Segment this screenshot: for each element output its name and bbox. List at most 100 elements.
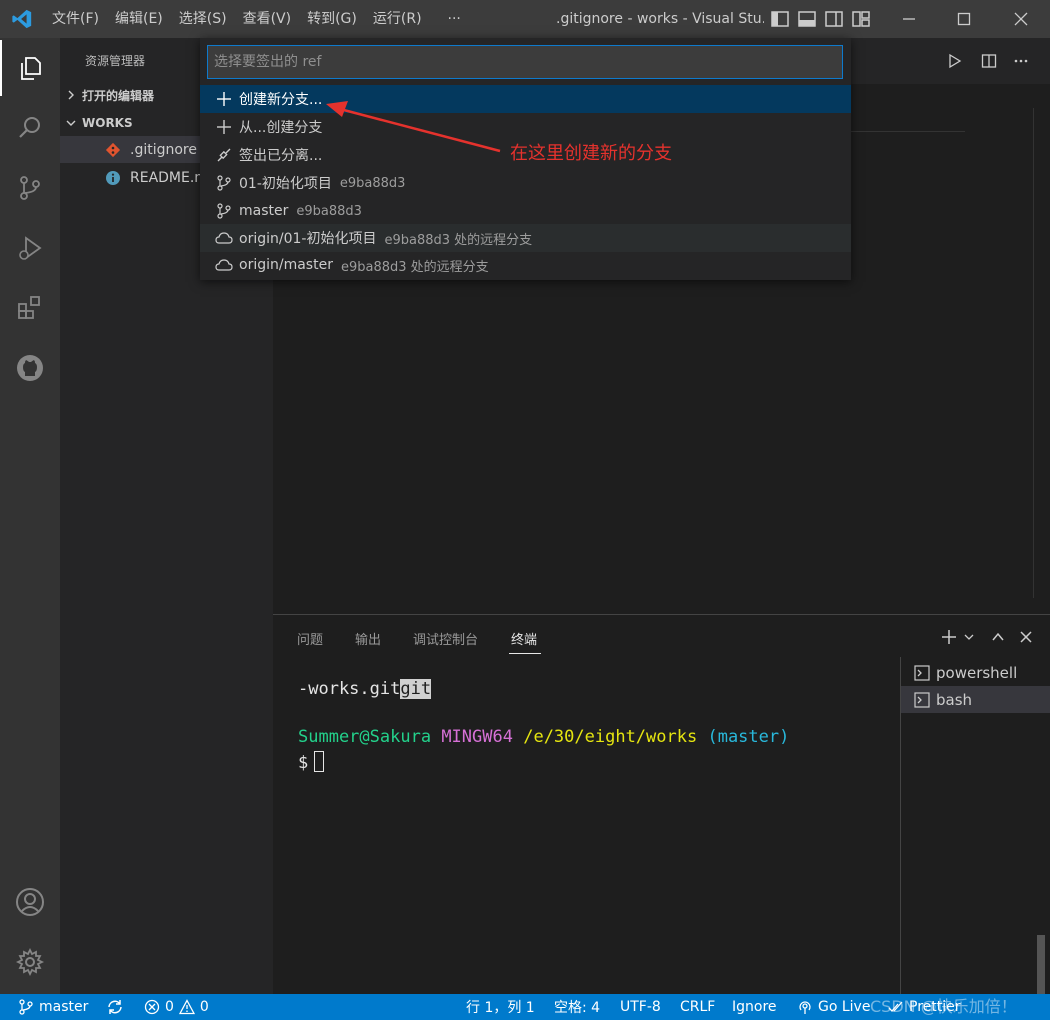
option-label: 01-初始化项目: [239, 176, 332, 192]
git-branch-icon: [19, 999, 33, 1015]
option-description: e9ba88d3: [296, 203, 362, 219]
tab-problems[interactable]: 问题: [297, 629, 323, 648]
go-live-label: Go Live: [818, 999, 871, 1015]
terminal-output[interactable]: -works.gitgit Summer@Sakura MINGW64 /e/3…: [273, 657, 899, 995]
plus-icon: [215, 90, 233, 108]
error-icon: [144, 999, 160, 1015]
more-actions-icon[interactable]: [1010, 50, 1032, 72]
indentation-status[interactable]: 空格: 4: [554, 994, 600, 1020]
language-mode-status[interactable]: Ignore: [732, 994, 777, 1020]
sidebar-title: 资源管理器: [85, 54, 146, 68]
bottom-panel: 问题 输出 调试控制台 终端 -works.gitgit Summer@Saku…: [273, 614, 1050, 995]
cloud-icon: [215, 256, 233, 274]
go-live-status[interactable]: Go Live: [797, 994, 870, 1020]
sync-icon[interactable]: [106, 994, 129, 1020]
terminal-text: -works.git: [298, 679, 401, 699]
panel-scrollbar[interactable]: [1037, 935, 1045, 995]
encoding-status[interactable]: UTF-8: [620, 994, 661, 1020]
broadcast-icon: [799, 1001, 811, 1014]
warning-icon: [178, 999, 195, 1015]
branch-option-master[interactable]: master e9ba88d3: [200, 197, 851, 225]
eol-status[interactable]: CRLF: [680, 994, 715, 1020]
menu-edit[interactable]: 编辑(E): [107, 0, 171, 38]
option-label: 签出已分离...: [239, 148, 323, 164]
new-terminal-icon[interactable]: [939, 627, 959, 647]
prompt-path: /e/30/eight/works: [523, 727, 698, 747]
maximize-panel-icon[interactable]: [988, 627, 1008, 647]
vscode-logo-icon: [0, 0, 44, 38]
run-file-icon[interactable]: [944, 50, 966, 72]
cursor-position[interactable]: 行 1，列 1: [466, 994, 535, 1020]
minimize-icon[interactable]: [882, 0, 936, 38]
source-control-icon[interactable]: [0, 160, 60, 216]
terminal-highlight: git: [400, 679, 432, 699]
option-label: origin/01-初始化项目: [239, 231, 377, 247]
activity-bar: [0, 38, 60, 994]
terminal-item-bash[interactable]: bash: [901, 686, 1050, 713]
menu-view[interactable]: 查看(V): [235, 0, 300, 38]
option-description: e9ba88d3 处的远程分支: [384, 232, 533, 248]
toggle-sidebar-icon[interactable]: [770, 9, 790, 29]
tab-output[interactable]: 输出: [355, 629, 381, 648]
terminal-dropdown-icon[interactable]: [959, 627, 979, 647]
annotation-text: 在这里创建新的分支: [510, 143, 672, 164]
git-branch-icon: [215, 174, 233, 192]
error-count: 0: [165, 999, 174, 1015]
info-icon: [104, 169, 122, 187]
menu-run[interactable]: 运行(R): [365, 0, 430, 38]
extensions-icon[interactable]: [0, 280, 60, 336]
menu-selection[interactable]: 选择(S): [171, 0, 235, 38]
github-icon[interactable]: [0, 340, 60, 396]
menu-more[interactable]: ···: [440, 0, 469, 38]
git-branch-icon: [215, 202, 233, 220]
close-panel-icon[interactable]: [1016, 627, 1036, 647]
git-icon: [104, 141, 122, 159]
editor-scrollbar[interactable]: [1033, 108, 1034, 598]
prompt-branch: (master): [707, 727, 790, 747]
terminal-icon: [914, 691, 930, 708]
open-editors-label: 打开的编辑器: [82, 88, 155, 103]
quick-pick-input-wrapper: [207, 45, 843, 79]
tab-debug-console[interactable]: 调试控制台: [413, 629, 478, 648]
option-label: 从...创建分支: [239, 120, 323, 136]
customize-layout-icon[interactable]: [851, 9, 871, 29]
settings-gear-icon[interactable]: [0, 934, 60, 990]
terminal-item-powershell[interactable]: powershell: [901, 659, 1050, 686]
chevron-down-icon: [66, 120, 76, 126]
csdn-watermark: CSDN @快乐加倍！: [870, 997, 1017, 1016]
problems-status[interactable]: 0 0: [144, 994, 209, 1020]
active-tab-indicator: [509, 653, 541, 654]
menu-file[interactable]: 文件(F): [44, 0, 107, 38]
menu-go[interactable]: 转到(G): [299, 0, 365, 38]
tab-terminal[interactable]: 终端: [511, 629, 537, 648]
window-title: .gitignore - works - Visual Stu...: [556, 11, 764, 27]
run-debug-icon[interactable]: [0, 220, 60, 276]
remote-branch-option-01[interactable]: origin/01-初始化项目 e9ba88d3 处的远程分支: [200, 224, 851, 252]
prompt-symbol: $: [298, 753, 309, 773]
prompt-env: MINGW64: [441, 727, 513, 747]
toggle-panel-icon[interactable]: [797, 9, 817, 29]
option-description: e9ba88d3: [339, 175, 406, 191]
explorer-icon[interactable]: [0, 40, 60, 96]
chevron-right-icon: [68, 90, 74, 100]
workspace-label: WORKS: [82, 116, 133, 130]
split-editor-icon[interactable]: [978, 50, 1000, 72]
branch-option-01[interactable]: 01-初始化项目 e9ba88d3: [200, 169, 851, 197]
account-icon[interactable]: [0, 874, 60, 930]
create-branch-option[interactable]: 创建新分支...: [200, 85, 851, 113]
terminal-line: -works.gitgit: [298, 679, 432, 699]
ref-search-input[interactable]: [208, 46, 842, 78]
search-icon[interactable]: [0, 100, 60, 156]
cloud-icon: [215, 229, 233, 247]
option-label: master: [239, 203, 289, 219]
toggle-secondary-sidebar-icon[interactable]: [824, 9, 844, 29]
create-branch-from-option[interactable]: 从...创建分支: [200, 113, 851, 141]
file-name: .gitignore: [130, 141, 197, 158]
terminal-list: powershell bash: [900, 657, 1050, 995]
branch-status[interactable]: master: [18, 994, 88, 1020]
maximize-icon[interactable]: [937, 0, 991, 38]
close-window-icon[interactable]: [994, 0, 1048, 38]
option-description: e9ba88d3 处的远程分支: [340, 259, 489, 275]
branch-name: master: [39, 999, 89, 1015]
remote-branch-option-master[interactable]: origin/master e9ba88d3 处的远程分支: [200, 251, 851, 279]
